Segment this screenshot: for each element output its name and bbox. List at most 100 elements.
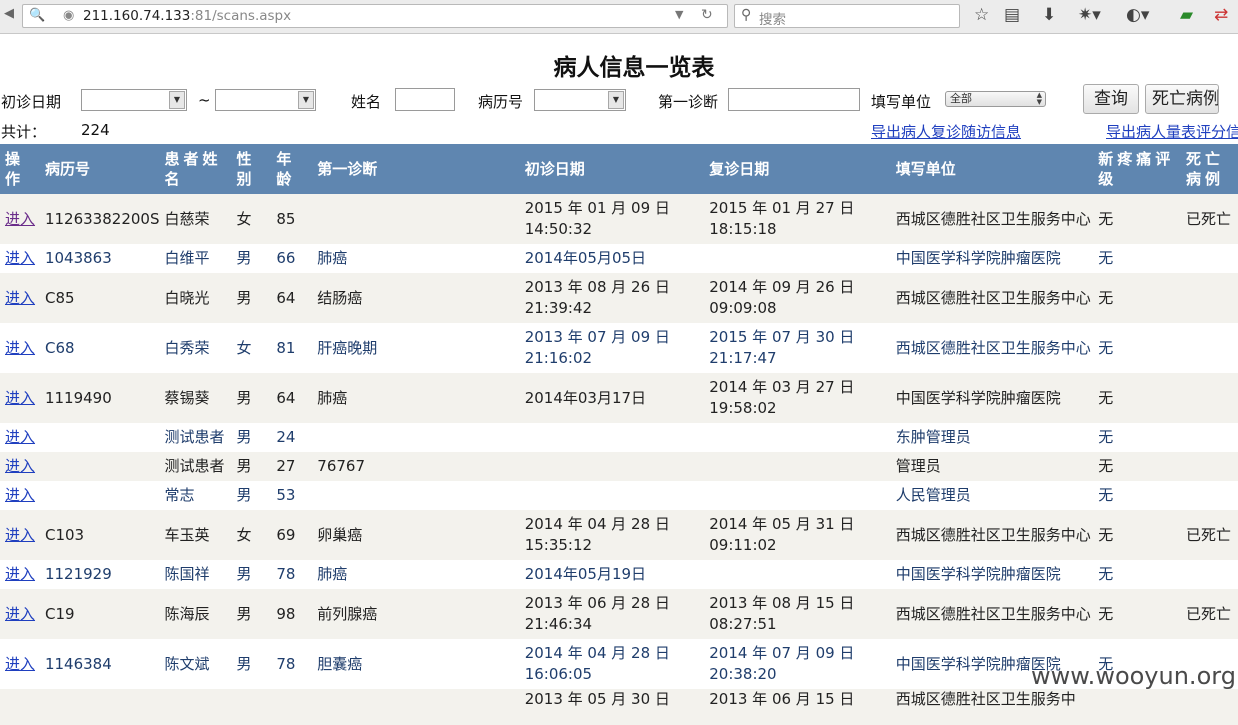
enter-link[interactable]: 进入 bbox=[5, 210, 35, 228]
cell-unit: 西城区德胜社区卫生服务中心 bbox=[895, 525, 1091, 544]
cell-action[interactable]: 进入 bbox=[0, 510, 40, 560]
diagnosis-input[interactable] bbox=[728, 88, 860, 111]
cell-follow-visit: 2015 年 01 月 27 日 18:15:18 bbox=[709, 199, 855, 238]
enter-link[interactable]: 进入 bbox=[5, 339, 35, 357]
site-info-icon[interactable]: 🔍 bbox=[29, 8, 45, 23]
cell-record-no bbox=[40, 452, 160, 481]
addon-icon[interactable]: ✷▾ bbox=[1078, 5, 1101, 25]
cell-unit: 管理员 bbox=[895, 457, 941, 475]
cell-action[interactable]: 进入 bbox=[0, 194, 40, 244]
cell-action[interactable]: 进入 bbox=[0, 373, 40, 423]
cell-age: 69 bbox=[276, 525, 296, 544]
cell-follow-visit: 2014 年 03 月 27 日 19:58:02 bbox=[709, 378, 855, 417]
cell-action[interactable]: 进入 bbox=[0, 452, 40, 481]
cell-pain-level: 无 bbox=[1098, 565, 1114, 583]
bookmark-star-icon[interactable]: ☆ bbox=[974, 5, 989, 25]
cell-pain-level: 无 bbox=[1098, 388, 1114, 407]
enter-link[interactable]: 进入 bbox=[5, 428, 35, 446]
record-no-label: 病历号 bbox=[478, 93, 524, 111]
cell-pain-level: 无 bbox=[1098, 209, 1114, 228]
cell-record-no bbox=[40, 481, 160, 510]
cell-name: 测试患者 bbox=[164, 457, 225, 475]
enter-link[interactable]: 进入 bbox=[5, 605, 35, 623]
cell-unit: 中国医学科学院肿瘤医院 bbox=[895, 565, 1061, 583]
col-header-pain-level: 新疼痛评级 bbox=[1093, 144, 1181, 194]
cell-follow-visit: 2014 年 09 月 26 日 09:09:08 bbox=[709, 278, 855, 317]
cell-record-no: 11263382200S bbox=[44, 209, 160, 228]
cell-unit: 西城区德胜社区卫生服务中心 bbox=[895, 604, 1091, 623]
cell-action[interactable]: 进入 bbox=[0, 589, 40, 639]
cell-first-visit: 2014 年 04 月 28 日 16:06:05 bbox=[524, 644, 670, 683]
cell-pain-level: 无 bbox=[1098, 457, 1114, 475]
cell-unit: 东肿管理员 bbox=[895, 428, 971, 446]
cell-death: 已死亡 bbox=[1185, 525, 1231, 544]
cell-age: 78 bbox=[276, 565, 296, 583]
col-header-first-visit: 初诊日期 bbox=[519, 144, 705, 194]
cell-action[interactable]: 进入 bbox=[0, 273, 40, 323]
cell-action[interactable]: 进入 bbox=[0, 639, 40, 689]
cell-name: 车玉英 bbox=[164, 525, 210, 544]
first-visit-start-select[interactable]: ▼ bbox=[81, 89, 187, 111]
enter-link[interactable]: 进入 bbox=[5, 249, 35, 267]
cell-action[interactable]: 进入 bbox=[0, 423, 40, 452]
enter-link[interactable]: 进入 bbox=[5, 486, 35, 504]
address-bar[interactable]: 🔍 ◉ 211.160.74.133:81/scans.aspx ▼ ↻ bbox=[22, 4, 728, 28]
spinner-icon: ▲ ▼ bbox=[1036, 91, 1042, 106]
cell-age: 64 bbox=[276, 388, 296, 407]
record-no-select[interactable]: ▼ bbox=[534, 89, 626, 111]
enter-link[interactable]: 进入 bbox=[5, 565, 35, 583]
cell-age: 78 bbox=[276, 654, 296, 673]
cell-first-visit: 2014年05月05日 bbox=[524, 249, 647, 267]
table-row: 进入 C103 车玉英 女 69 卵巢癌 2014 年 04 月 28 日 15:35:12… bbox=[0, 510, 1238, 560]
url-text[interactable]: 211.160.74.133:81/scans.aspx bbox=[83, 8, 291, 24]
cell-action[interactable]: 进入 bbox=[0, 323, 40, 373]
enter-link[interactable]: 进入 bbox=[5, 389, 35, 407]
url-dropdown-icon[interactable]: ▼ bbox=[675, 8, 683, 21]
download-icon[interactable]: ⬇ bbox=[1042, 5, 1056, 25]
enter-link[interactable]: 进入 bbox=[5, 655, 35, 673]
first-visit-end-select[interactable]: ▼ bbox=[215, 89, 316, 111]
reading-list-icon[interactable]: ▤ bbox=[1004, 5, 1020, 25]
cell-pain-level: 无 bbox=[1098, 604, 1114, 623]
cell-sex: 男 bbox=[236, 604, 252, 623]
script-icon[interactable]: ▰ bbox=[1180, 5, 1193, 25]
cell-diagnosis bbox=[312, 194, 519, 244]
cell-sex: 女 bbox=[236, 338, 252, 357]
export-followup-link[interactable]: 导出病人复诊随访信息 bbox=[871, 121, 1021, 142]
cell-sex bbox=[231, 689, 271, 725]
back-icon[interactable]: ◀ bbox=[4, 6, 14, 21]
cell-first-visit bbox=[520, 423, 705, 452]
search-box[interactable]: ⚲ 搜索 bbox=[734, 4, 960, 28]
table-row: 进入 1119490 蔡锡葵 男 64 肺癌 2014年03月17日 2014 年 03 月 … bbox=[0, 373, 1238, 423]
switch-icon[interactable]: ⇄ bbox=[1214, 5, 1228, 25]
cell-age: 85 bbox=[276, 209, 296, 228]
query-button[interactable]: 查询 bbox=[1083, 84, 1139, 114]
enter-link[interactable]: 进入 bbox=[5, 457, 35, 475]
death-cases-button[interactable]: 死亡病例 bbox=[1145, 84, 1219, 114]
cell-age: 53 bbox=[276, 486, 296, 504]
cell-record-no: C103 bbox=[44, 525, 85, 544]
cell-action[interactable]: 进入 bbox=[0, 481, 40, 510]
menu-icon[interactable]: ◐▾ bbox=[1126, 5, 1149, 25]
col-header-unit: 填写单位 bbox=[890, 144, 1094, 194]
cell-action[interactable]: 进入 bbox=[0, 244, 40, 273]
enter-link[interactable]: 进入 bbox=[5, 526, 35, 544]
col-header-age: 年龄 bbox=[271, 144, 313, 194]
browser-toolbar: ◀ 🔍 ◉ 211.160.74.133:81/scans.aspx ▼ ↻ ⚲… bbox=[0, 0, 1238, 34]
enter-link[interactable]: 进入 bbox=[5, 289, 35, 307]
cell-diagnosis: 肝癌晚期 bbox=[317, 338, 378, 357]
cell-action[interactable] bbox=[0, 689, 40, 725]
cell-first-visit: 2013 年 05 月 30 日 bbox=[524, 690, 670, 708]
cell-name: 白秀荣 bbox=[164, 338, 210, 357]
page-title: 病人信息一览表 bbox=[553, 55, 715, 81]
cell-follow-visit: 2015 年 07 月 30 日 21:17:47 bbox=[709, 328, 855, 367]
diagnosis-label: 第一诊断 bbox=[658, 93, 719, 111]
export-scale-link[interactable]: 导出病人量表评分信息 bbox=[1106, 121, 1238, 142]
cell-action[interactable]: 进入 bbox=[0, 560, 40, 589]
col-header-death: 死亡病例 bbox=[1180, 144, 1238, 194]
reload-icon[interactable]: ↻ bbox=[701, 7, 713, 23]
cell-name: 陈海辰 bbox=[164, 604, 210, 623]
unit-select[interactable]: 全部 ▲ ▼ bbox=[945, 91, 1046, 107]
name-input[interactable] bbox=[395, 88, 455, 111]
cell-death: 已死亡 bbox=[1185, 604, 1231, 623]
